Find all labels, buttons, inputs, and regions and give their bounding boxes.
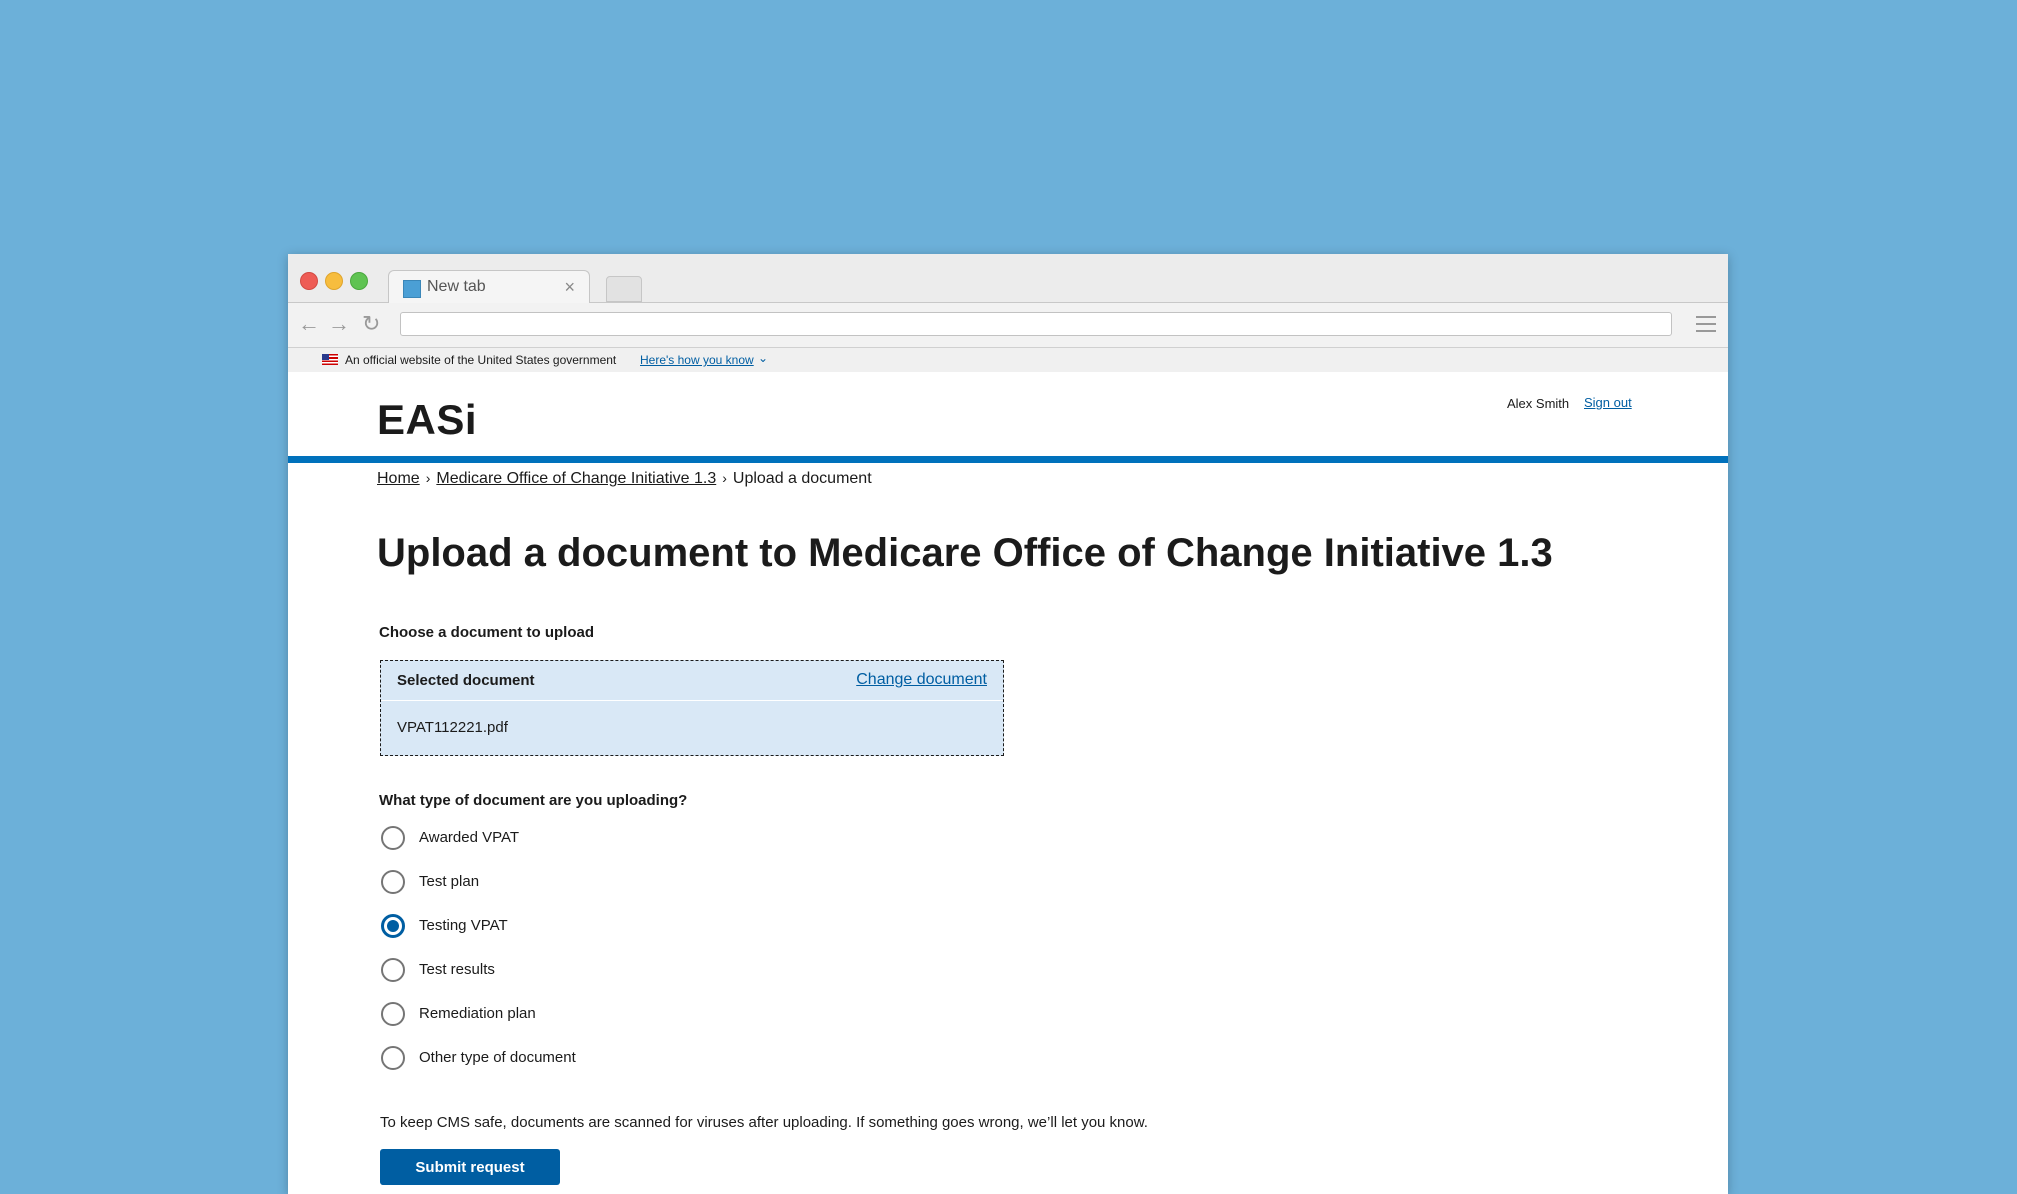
radio-button[interactable] xyxy=(381,958,405,982)
favicon-icon xyxy=(403,280,421,298)
breadcrumb-separator: › xyxy=(722,470,727,486)
breadcrumb: Home › Medicare Office of Change Initiativ… xyxy=(377,470,872,488)
radio-label[interactable]: Awarded VPAT xyxy=(419,829,519,846)
address-bar[interactable] xyxy=(400,312,1672,336)
radio-label[interactable]: Test results xyxy=(419,961,495,978)
radio-label[interactable]: Remediation plan xyxy=(419,1005,536,1022)
page-title: Upload a document to Medicare Office of … xyxy=(377,531,1553,575)
new-tab-button[interactable] xyxy=(606,276,642,302)
upload-label: Choose a document to upload xyxy=(379,624,595,641)
radio-button[interactable] xyxy=(381,1046,405,1070)
browser-window: New tab × ← → ↻ An official website of t… xyxy=(288,254,1728,1194)
tab-title: New tab xyxy=(427,278,486,295)
reload-icon[interactable]: ↻ xyxy=(362,311,380,337)
site-header: EASi Alex Smith Sign out xyxy=(288,372,1728,463)
user-name: Alex Smith xyxy=(1507,396,1570,411)
selected-file-name: VPAT112221.pdf xyxy=(397,719,508,736)
radio-button[interactable] xyxy=(381,870,405,894)
radio-label[interactable]: Testing VPAT xyxy=(419,917,508,934)
maximize-window-button[interactable] xyxy=(350,272,368,290)
sign-out-link[interactable]: Sign out xyxy=(1584,395,1632,410)
radio-label[interactable]: Test plan xyxy=(419,873,479,890)
document-type-question: What type of document are you uploading? xyxy=(379,792,688,809)
file-box-header: Selected document Change document xyxy=(381,661,1003,701)
gov-banner: An official website of the United States… xyxy=(288,348,1728,372)
selected-document-label: Selected document xyxy=(397,672,535,689)
browser-tab[interactable]: New tab × xyxy=(388,270,590,304)
close-window-button[interactable] xyxy=(300,272,318,290)
breadcrumb-home[interactable]: Home xyxy=(377,470,420,487)
radio-label[interactable]: Other type of document xyxy=(419,1049,576,1066)
gov-banner-text: An official website of the United States… xyxy=(345,353,617,367)
breadcrumb-separator: › xyxy=(425,470,431,486)
minimize-window-button[interactable] xyxy=(325,272,343,290)
us-flag-icon xyxy=(322,354,338,365)
radio-button[interactable] xyxy=(381,1002,405,1026)
radio-button-selected[interactable] xyxy=(381,914,405,938)
forward-arrow-icon[interactable]: → xyxy=(328,311,350,337)
change-document-link[interactable]: Change document xyxy=(856,671,987,689)
file-upload-box[interactable]: Selected document Change document VPAT11… xyxy=(380,660,1004,756)
close-tab-icon[interactable]: × xyxy=(564,277,575,298)
submit-request-button[interactable]: Submit request xyxy=(380,1149,560,1185)
tab-bar: New tab × xyxy=(288,254,1728,304)
how-you-know-link[interactable]: Here's how you know xyxy=(640,353,754,367)
browser-toolbar: ← → ↻ xyxy=(288,303,1728,348)
site-logo[interactable]: EASi xyxy=(377,396,477,444)
breadcrumb-current: Upload a document xyxy=(732,470,872,487)
radio-button[interactable] xyxy=(381,826,405,850)
breadcrumb-request[interactable]: Medicare Office of Change Initiative 1.3 xyxy=(436,470,716,487)
browser-menu-icon[interactable] xyxy=(1696,316,1716,337)
back-arrow-icon[interactable]: ← xyxy=(298,311,320,337)
virus-scan-note: To keep CMS safe, documents are scanned … xyxy=(380,1114,1148,1131)
chevron-down-icon[interactable]: ⌄ xyxy=(758,351,768,365)
